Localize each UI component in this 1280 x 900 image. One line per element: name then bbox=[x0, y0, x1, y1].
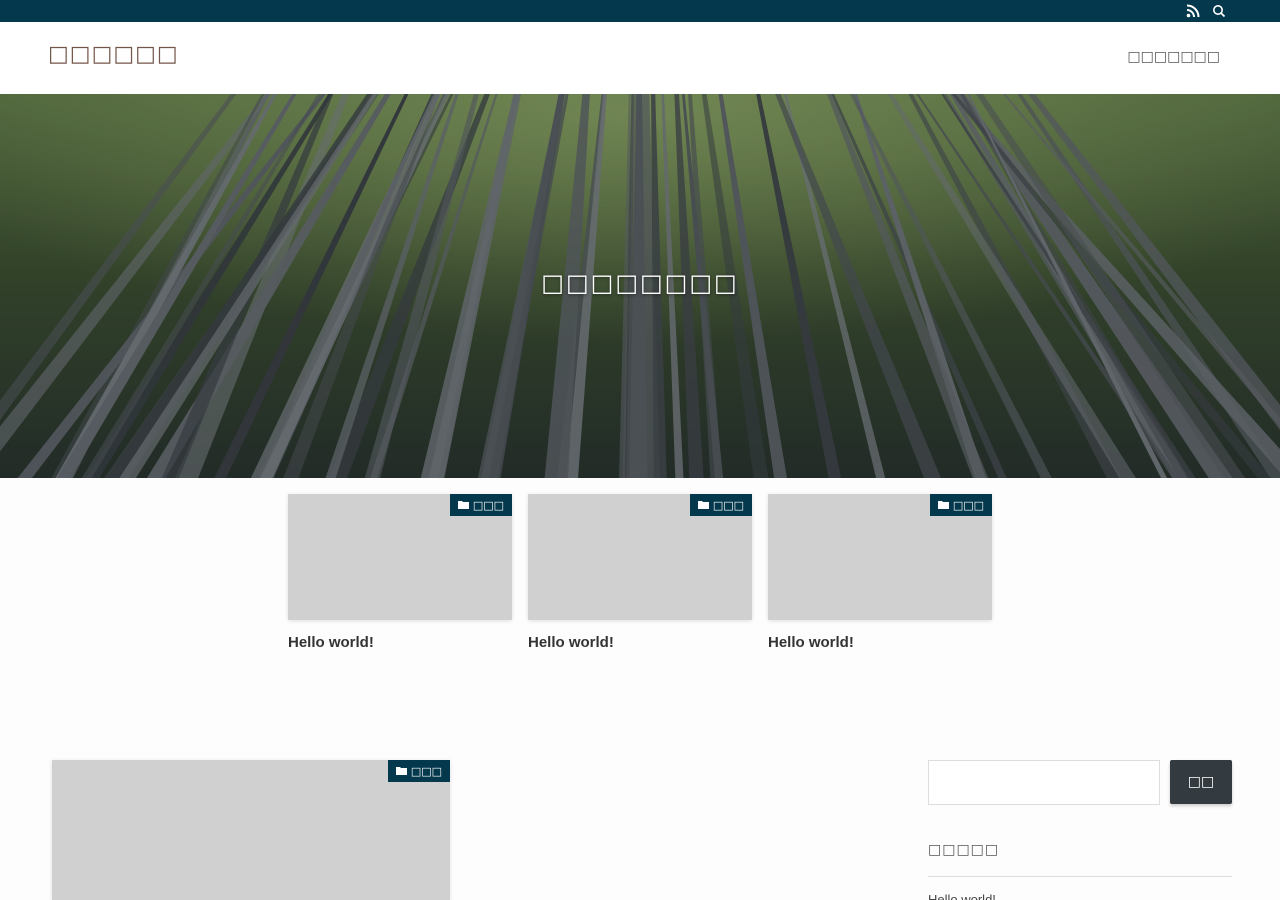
category-label: □□□ bbox=[472, 498, 504, 512]
folder-icon bbox=[937, 499, 949, 512]
card-thumbnail[interactable]: □□□ bbox=[288, 494, 512, 620]
category-badge[interactable]: □□□ bbox=[689, 494, 752, 516]
hero-banner: □□□□□□□□ bbox=[0, 94, 1280, 478]
category-label: □□□ bbox=[712, 498, 744, 512]
card-title[interactable]: Hello world! bbox=[528, 634, 752, 651]
site-title[interactable]: □□□□□□ bbox=[48, 42, 179, 67]
featured-card[interactable]: □□□ Hello world! bbox=[768, 494, 992, 651]
category-label: □□□ bbox=[952, 498, 984, 512]
folder-icon bbox=[697, 499, 709, 512]
card-title[interactable]: Hello world! bbox=[768, 634, 992, 651]
category-badge[interactable]: □□□ bbox=[387, 760, 450, 782]
hero-tagline: □□□□□□□□ bbox=[541, 269, 739, 297]
widget-title: □□□□□ bbox=[928, 842, 1000, 858]
top-bar bbox=[0, 0, 1280, 22]
rss-icon[interactable] bbox=[1185, 3, 1201, 19]
site-header: □□□□□□ □□□□□□□ bbox=[0, 22, 1280, 94]
search-input[interactable] bbox=[928, 760, 1160, 805]
post-thumbnail[interactable]: □□□ bbox=[52, 760, 450, 900]
category-badge[interactable]: □□□ bbox=[449, 494, 512, 516]
card-thumbnail[interactable]: □□□ bbox=[528, 494, 752, 620]
category-label: □□□ bbox=[410, 764, 442, 778]
folder-icon bbox=[395, 765, 407, 778]
card-title[interactable]: Hello world! bbox=[288, 634, 512, 651]
nav-menu-item[interactable]: □□□□□□□ bbox=[1127, 49, 1220, 65]
search-icon[interactable] bbox=[1211, 3, 1227, 19]
featured-card[interactable]: □□□ Hello world! bbox=[528, 494, 752, 651]
divider bbox=[928, 876, 1232, 877]
card-thumbnail[interactable]: □□□ bbox=[768, 494, 992, 620]
featured-card[interactable]: □□□ Hello world! bbox=[288, 494, 512, 651]
category-badge[interactable]: □□□ bbox=[929, 494, 992, 516]
recent-post-link[interactable]: Hello world! bbox=[928, 892, 996, 900]
search-button[interactable]: □□ bbox=[1170, 760, 1232, 804]
folder-icon bbox=[457, 499, 469, 512]
